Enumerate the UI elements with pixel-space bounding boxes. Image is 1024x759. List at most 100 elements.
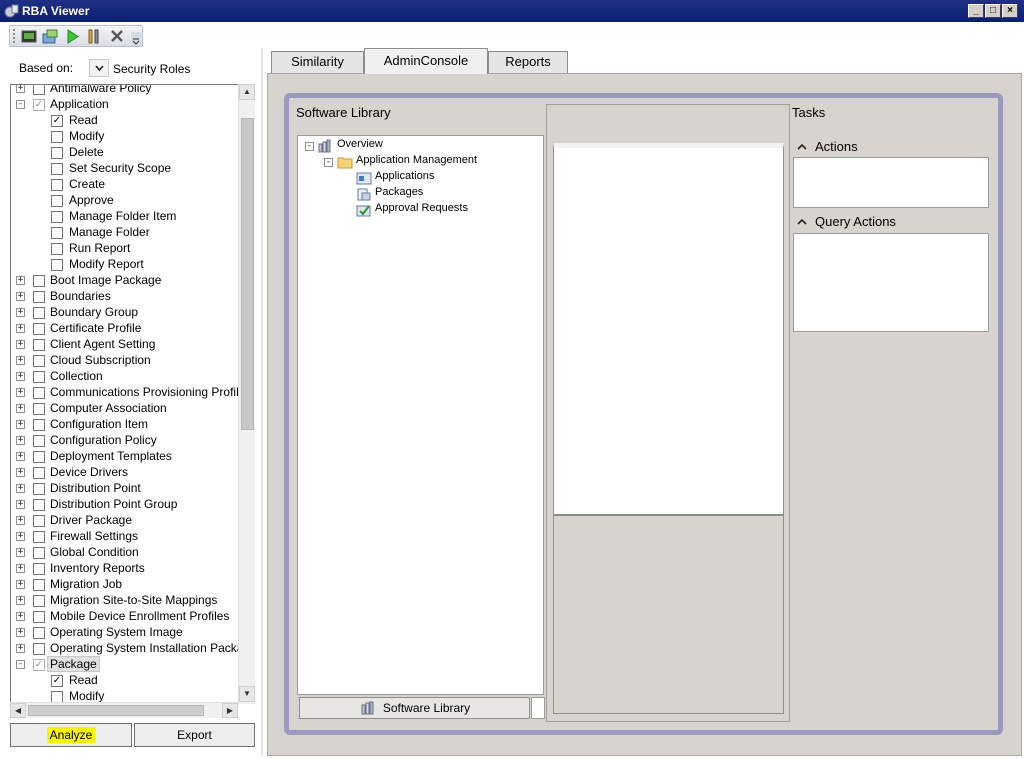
- overflow-icon[interactable]: [131, 32, 141, 46]
- minimize-button[interactable]: _: [968, 4, 984, 18]
- expand-icon[interactable]: +: [16, 500, 25, 509]
- tree-item[interactable]: + Firewall Settings: [11, 529, 251, 545]
- results-list[interactable]: [553, 143, 784, 515]
- permission-checkbox[interactable]: [51, 227, 63, 239]
- run-icon[interactable]: [63, 28, 81, 45]
- permission-checkbox[interactable]: [33, 627, 45, 639]
- permission-checkbox[interactable]: [33, 387, 45, 399]
- panel-splitter[interactable]: [261, 48, 263, 756]
- permission-checkbox[interactable]: [33, 515, 45, 527]
- tree-item[interactable]: Approve: [11, 193, 251, 209]
- permission-checkbox[interactable]: [33, 275, 45, 287]
- console-icon[interactable]: [20, 28, 38, 45]
- software-library-workspace-button[interactable]: Software Library: [299, 697, 530, 719]
- permission-tree[interactable]: + Antimalware Policy - ✓ Application ✓ Read Mod…: [10, 84, 255, 704]
- expand-icon[interactable]: +: [16, 372, 25, 381]
- actions-header[interactable]: Actions: [797, 139, 858, 154]
- settings-icon[interactable]: [85, 28, 103, 45]
- tree-item[interactable]: Create: [11, 177, 251, 193]
- permission-checkbox[interactable]: [33, 323, 45, 335]
- tree-item[interactable]: + Collection: [11, 369, 251, 385]
- tree-item[interactable]: + Computer Association: [11, 401, 251, 417]
- workspace-overflow[interactable]: [531, 697, 545, 719]
- tree-item[interactable]: + Boundaries: [11, 289, 251, 305]
- expand-icon[interactable]: +: [16, 308, 25, 317]
- tree-item[interactable]: + Migration Job: [11, 577, 251, 593]
- tree-item[interactable]: - ✓ Application: [11, 97, 251, 113]
- export-button[interactable]: Export: [134, 723, 255, 747]
- expand-icon[interactable]: +: [16, 516, 25, 525]
- permission-checkbox[interactable]: [33, 291, 45, 303]
- scroll-up-button[interactable]: ▲: [239, 84, 255, 100]
- navigation-tree[interactable]: - Overview - Application Management Applicat…: [297, 135, 544, 695]
- toolbar-grip[interactable]: [13, 29, 15, 43]
- tree-item[interactable]: + Device Drivers: [11, 465, 251, 481]
- scroll-right-button[interactable]: ▶: [222, 703, 238, 718]
- expand-icon[interactable]: +: [16, 548, 25, 557]
- permission-checkbox[interactable]: [33, 355, 45, 367]
- vertical-scroll-thumb[interactable]: [241, 118, 254, 430]
- expand-icon[interactable]: +: [16, 420, 25, 429]
- tree-horizontal-scrollbar[interactable]: ◀ ▶: [10, 702, 238, 718]
- tree-item[interactable]: ✓ Read: [11, 673, 251, 689]
- expand-icon[interactable]: +: [16, 628, 25, 637]
- tree-item[interactable]: ✓ Read: [11, 113, 251, 129]
- tree-item[interactable]: Manage Folder Item: [11, 209, 251, 225]
- tab-adminconsole[interactable]: AdminConsole: [364, 48, 488, 74]
- permission-checkbox[interactable]: [33, 419, 45, 431]
- permission-checkbox[interactable]: [33, 483, 45, 495]
- permission-checkbox[interactable]: [51, 211, 63, 223]
- scroll-down-button[interactable]: ▼: [239, 686, 255, 702]
- tree-item[interactable]: + Configuration Item: [11, 417, 251, 433]
- tree-item[interactable]: + Client Agent Setting: [11, 337, 251, 353]
- permission-checkbox[interactable]: [33, 643, 45, 655]
- scroll-left-button[interactable]: ◀: [10, 703, 26, 718]
- tab-similarity[interactable]: Similarity: [271, 51, 364, 73]
- expand-icon[interactable]: +: [16, 324, 25, 333]
- permission-checkbox[interactable]: [33, 547, 45, 559]
- collapse-icon[interactable]: -: [305, 142, 314, 151]
- tree-item[interactable]: Modify Report: [11, 257, 251, 273]
- permission-checkbox[interactable]: [33, 579, 45, 591]
- tree-item[interactable]: - ✓ Package: [11, 656, 251, 673]
- collapse-icon[interactable]: -: [16, 100, 25, 109]
- expand-icon[interactable]: +: [16, 356, 25, 365]
- collapse-icon[interactable]: -: [16, 660, 25, 669]
- tree-item[interactable]: Modify: [11, 129, 251, 145]
- tree-item[interactable]: Manage Folder: [11, 225, 251, 241]
- permission-checkbox[interactable]: [33, 435, 45, 447]
- expand-icon[interactable]: +: [16, 436, 25, 445]
- close-icon[interactable]: [108, 28, 126, 45]
- tree-item[interactable]: Run Report: [11, 241, 251, 257]
- nav-tree-item[interactable]: - Application Management: [298, 153, 538, 169]
- expand-icon[interactable]: +: [16, 644, 25, 653]
- permission-checkbox[interactable]: [51, 147, 63, 159]
- tree-item[interactable]: + Configuration Policy: [11, 433, 251, 449]
- expand-icon[interactable]: +: [16, 452, 25, 461]
- permission-checkbox[interactable]: [33, 307, 45, 319]
- permission-checkbox[interactable]: ✓: [51, 115, 63, 127]
- tree-item[interactable]: + Antimalware Policy: [11, 85, 251, 97]
- permission-checkbox[interactable]: [51, 195, 63, 207]
- permission-checkbox[interactable]: [33, 339, 45, 351]
- permission-checkbox[interactable]: [51, 179, 63, 191]
- close-window-button[interactable]: ×: [1002, 4, 1018, 18]
- tree-item[interactable]: Delete: [11, 145, 251, 161]
- permission-checkbox[interactable]: [33, 467, 45, 479]
- query-actions-header[interactable]: Query Actions: [797, 214, 896, 229]
- tree-vertical-scrollbar[interactable]: ▲ ▼: [238, 84, 255, 704]
- tree-item[interactable]: + Boundary Group: [11, 305, 251, 321]
- expand-icon[interactable]: +: [16, 484, 25, 493]
- nav-tree-item[interactable]: Approval Requests: [298, 201, 538, 217]
- expand-icon[interactable]: +: [16, 388, 25, 397]
- tree-item[interactable]: + Driver Package: [11, 513, 251, 529]
- permission-checkbox[interactable]: [33, 531, 45, 543]
- expand-icon[interactable]: +: [16, 612, 25, 621]
- tree-item[interactable]: + Mobile Device Enrollment Profiles: [11, 609, 251, 625]
- import-icon[interactable]: [41, 28, 59, 45]
- permission-checkbox[interactable]: [33, 371, 45, 383]
- title-bar[interactable]: RBA Viewer _ □ ×: [0, 0, 1024, 22]
- tree-item[interactable]: + Communications Provisioning Profile: [11, 385, 251, 401]
- nav-tree-item[interactable]: Applications: [298, 169, 538, 185]
- tree-item[interactable]: + Boot Image Package: [11, 273, 251, 289]
